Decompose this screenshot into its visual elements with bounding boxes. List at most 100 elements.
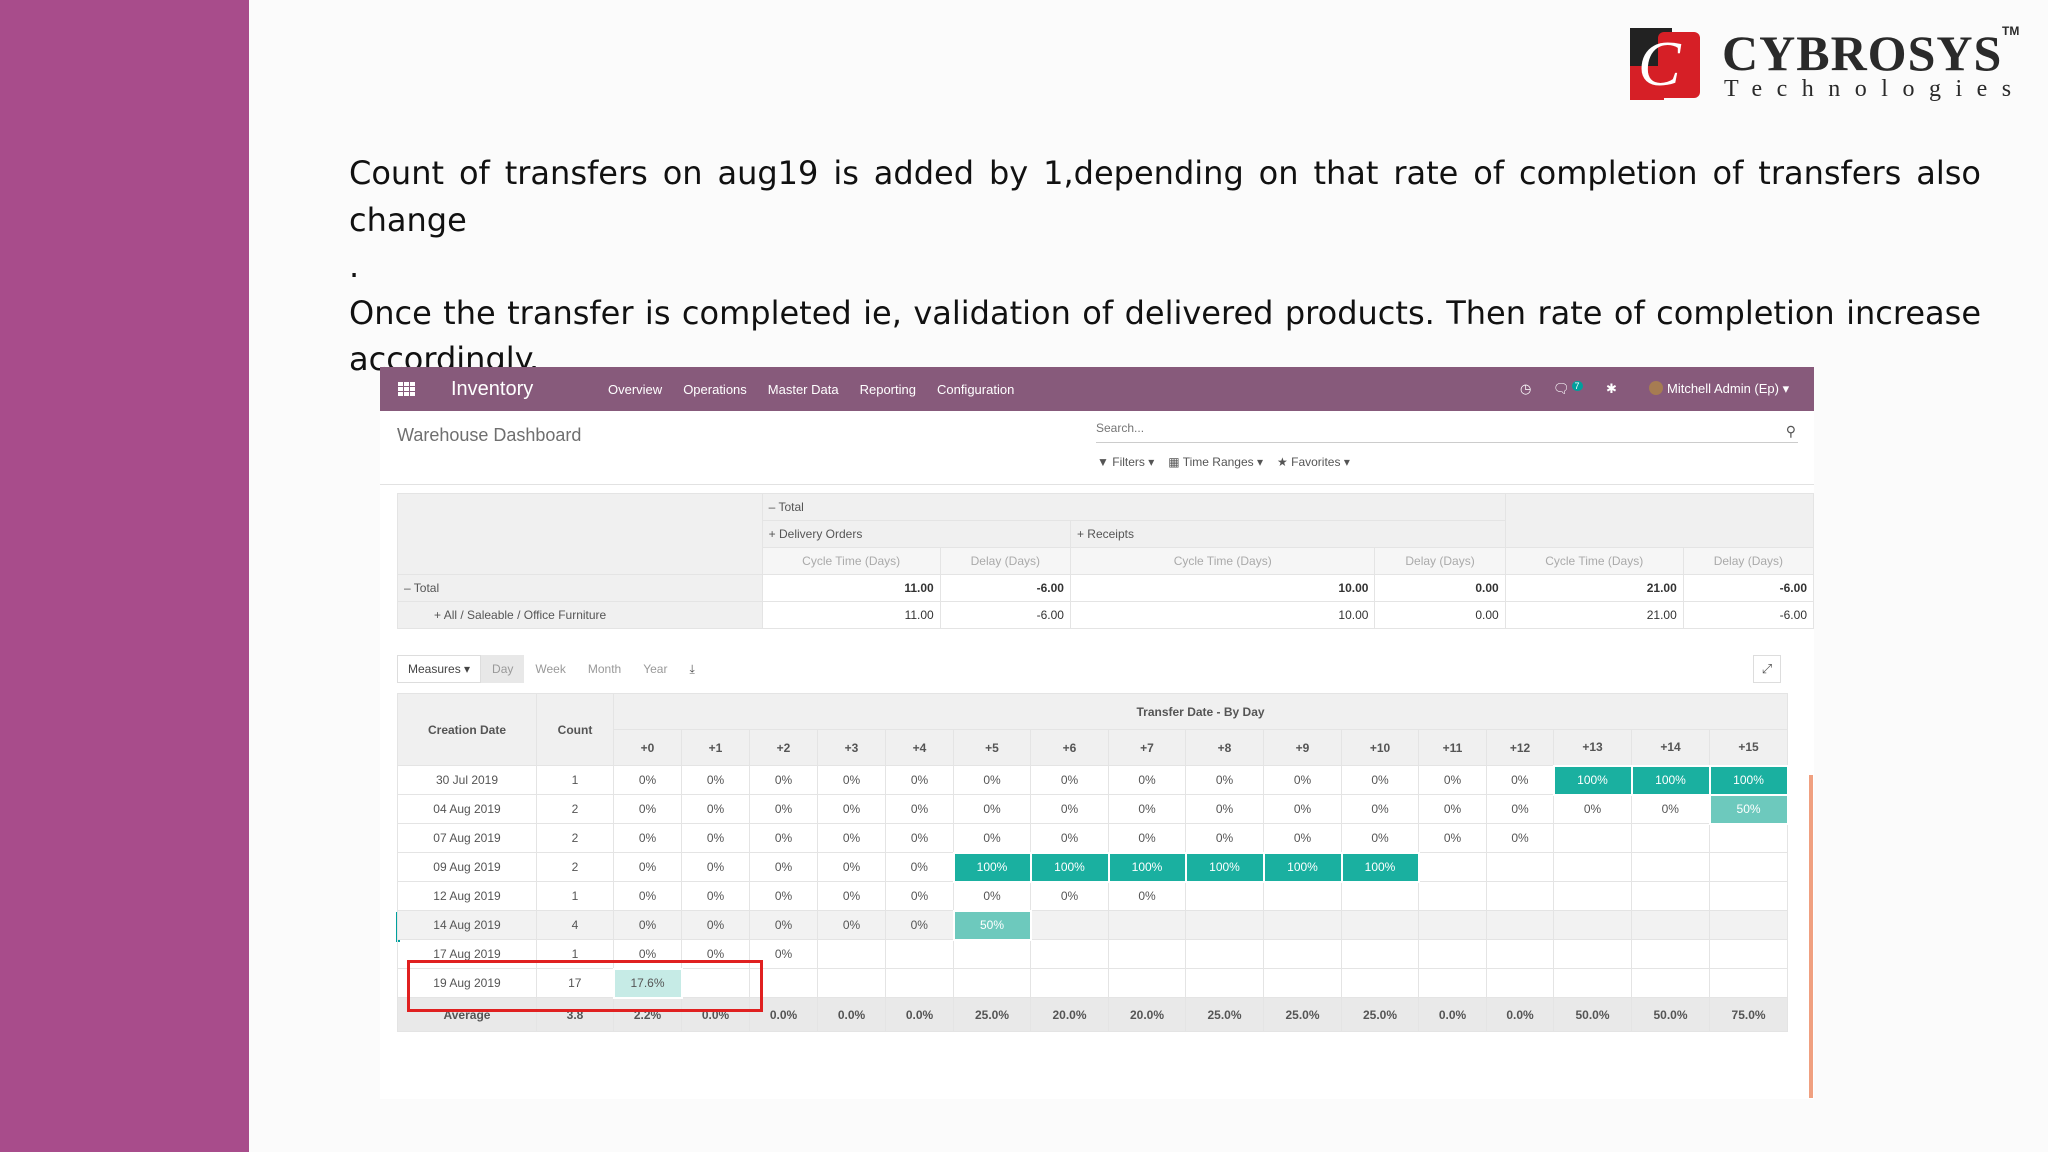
cohort-cell[interactable]: 100% — [1184, 851, 1265, 883]
menu-overview[interactable]: Overview — [608, 382, 662, 397]
cohort-cell[interactable]: 50% — [952, 909, 1032, 941]
cohort-cell[interactable]: 0% — [953, 881, 1031, 911]
pivot-col-header-receipts[interactable]: + Receipts — [1069, 520, 1506, 548]
cohort-cell[interactable]: 0% — [749, 794, 818, 824]
cohort-cell[interactable]: 0% — [749, 765, 818, 795]
cohort-cell[interactable]: 100% — [1708, 764, 1789, 796]
cohort-cell[interactable]: 100% — [1107, 851, 1187, 883]
cohort-cell[interactable]: 0% — [1030, 881, 1109, 911]
cohort-cell[interactable]: 0% — [885, 852, 954, 882]
cohort-cell[interactable]: 0% — [885, 823, 954, 853]
cohort-cell[interactable]: 50% — [1708, 793, 1789, 825]
pivot-measure-header[interactable]: Delay (Days) — [1682, 547, 1815, 575]
pivot-row-header-total[interactable]: – Total — [397, 574, 763, 602]
activity-clock-icon[interactable]: ◷ — [1520, 381, 1531, 397]
pivot-measure-header[interactable]: Delay (Days) — [1374, 547, 1506, 575]
cohort-cell[interactable]: 0% — [817, 852, 886, 882]
pivot-col-header-delivery[interactable]: + Delivery Orders — [761, 520, 1071, 548]
favorites-dropdown[interactable]: ★ Favorites ▾ — [1277, 455, 1350, 469]
filters-dropdown[interactable]: ▼ Filters ▾ — [1097, 455, 1154, 469]
cohort-cell[interactable]: 0% — [1030, 765, 1109, 795]
debug-bug-icon[interactable]: ✱ — [1606, 381, 1617, 397]
cohort-cell[interactable]: 0% — [681, 823, 750, 853]
cohort-cell[interactable]: 0% — [953, 765, 1031, 795]
app-name[interactable]: Inventory — [451, 378, 533, 401]
cohort-cell[interactable]: 0% — [1185, 823, 1264, 853]
cohort-cell[interactable]: 0% — [1486, 823, 1554, 853]
cohort-cell[interactable]: 0% — [817, 910, 886, 940]
cohort-cell[interactable]: 0% — [1486, 765, 1554, 795]
cohort-cell[interactable]: 0% — [613, 881, 682, 911]
pivot-row-header-office-furniture[interactable]: + All / Saleable / Office Furniture — [397, 601, 763, 629]
cohort-cell[interactable]: 100% — [1262, 851, 1343, 883]
menu-configuration[interactable]: Configuration — [937, 382, 1014, 397]
interval-year[interactable]: Year — [632, 655, 678, 683]
pivot-col-header-total[interactable]: – Total — [761, 493, 1506, 521]
cohort-cell[interactable]: 0% — [1263, 794, 1342, 824]
cohort-cell[interactable]: 100% — [1029, 851, 1110, 883]
cohort-cell[interactable]: 0% — [885, 910, 954, 940]
cohort-cell[interactable]: 0% — [1030, 823, 1109, 853]
cohort-cell[interactable]: 0% — [885, 765, 954, 795]
cohort-cell[interactable]: 0% — [953, 794, 1031, 824]
cohort-cell[interactable]: 0% — [1030, 794, 1109, 824]
cohort-cell[interactable]: 0% — [1486, 794, 1554, 824]
cohort-cell[interactable]: 0% — [749, 823, 818, 853]
cohort-cell[interactable]: 0% — [1108, 794, 1186, 824]
cohort-cell[interactable]: 0% — [1341, 794, 1419, 824]
download-icon[interactable]: ⤓ — [678, 655, 705, 683]
cohort-cell[interactable]: 100% — [1340, 851, 1420, 883]
cohort-cell[interactable]: 0% — [1108, 881, 1186, 911]
apps-menu-icon[interactable] — [398, 382, 416, 396]
search-input[interactable] — [1096, 421, 1756, 435]
cohort-cell[interactable]: 0% — [749, 910, 818, 940]
interval-day[interactable]: Day — [481, 655, 525, 683]
cohort-cell[interactable]: 0% — [613, 852, 682, 882]
cohort-cell[interactable]: 0% — [953, 823, 1031, 853]
cohort-cell[interactable]: 0% — [1341, 765, 1419, 795]
pivot-measure-header[interactable]: Cycle Time (Days) — [1069, 547, 1376, 575]
cohort-cell[interactable]: 0% — [681, 765, 750, 795]
menu-operations[interactable]: Operations — [683, 382, 747, 397]
cohort-cell[interactable]: 0% — [885, 794, 954, 824]
cohort-cell[interactable]: 0% — [817, 823, 886, 853]
menu-reporting[interactable]: Reporting — [860, 382, 916, 397]
cohort-cell[interactable]: 0% — [681, 794, 750, 824]
cohort-cell[interactable]: 0% — [749, 881, 818, 911]
cohort-cell[interactable]: 0% — [1553, 794, 1632, 824]
pivot-measure-header[interactable]: Cycle Time (Days) — [761, 547, 941, 575]
cohort-cell[interactable]: 100% — [1630, 764, 1711, 796]
interval-month[interactable]: Month — [577, 655, 632, 683]
cohort-cell[interactable]: 0% — [1108, 765, 1186, 795]
cohort-cell[interactable]: 0% — [749, 852, 818, 882]
cohort-cell[interactable]: 0% — [1631, 794, 1710, 824]
cohort-cell[interactable]: 100% — [1552, 764, 1633, 796]
measures-button[interactable]: Measures ▾ — [397, 655, 482, 683]
cohort-cell[interactable]: 0% — [1185, 794, 1264, 824]
cohort-cell[interactable]: 0% — [1185, 765, 1264, 795]
user-menu[interactable]: Mitchell Admin (Ep) ▾ — [1649, 381, 1789, 397]
cohort-cell[interactable]: 0% — [681, 910, 750, 940]
cohort-cell[interactable]: 0% — [817, 794, 886, 824]
cohort-cell[interactable]: 0% — [1418, 765, 1487, 795]
pivot-measure-header[interactable]: Cycle Time (Days) — [1504, 547, 1684, 575]
cohort-cell[interactable]: 0% — [1341, 823, 1419, 853]
cohort-cell[interactable]: 0% — [1263, 823, 1342, 853]
cohort-cell[interactable]: 0% — [681, 852, 750, 882]
cohort-cell[interactable]: 0% — [817, 881, 886, 911]
cohort-cell[interactable]: 0% — [613, 765, 682, 795]
pivot-measure-header[interactable]: Delay (Days) — [939, 547, 1071, 575]
expand-icon[interactable]: ⤢ — [1753, 655, 1781, 683]
cohort-cell[interactable]: 0% — [613, 823, 682, 853]
cohort-cell[interactable]: 0% — [1418, 794, 1487, 824]
cohort-cell[interactable]: 0% — [613, 794, 682, 824]
cohort-cell[interactable]: 0% — [1418, 823, 1487, 853]
cohort-cell[interactable]: 0% — [1108, 823, 1186, 853]
cohort-cell[interactable]: 0% — [1263, 765, 1342, 795]
cohort-cell[interactable]: 100% — [952, 851, 1032, 883]
cohort-cell[interactable]: 0% — [885, 881, 954, 911]
search-icon[interactable]: ⚲ — [1786, 423, 1796, 440]
interval-week[interactable]: Week — [524, 655, 576, 683]
cohort-cell[interactable]: 0% — [613, 910, 682, 940]
menu-master-data[interactable]: Master Data — [768, 382, 839, 397]
